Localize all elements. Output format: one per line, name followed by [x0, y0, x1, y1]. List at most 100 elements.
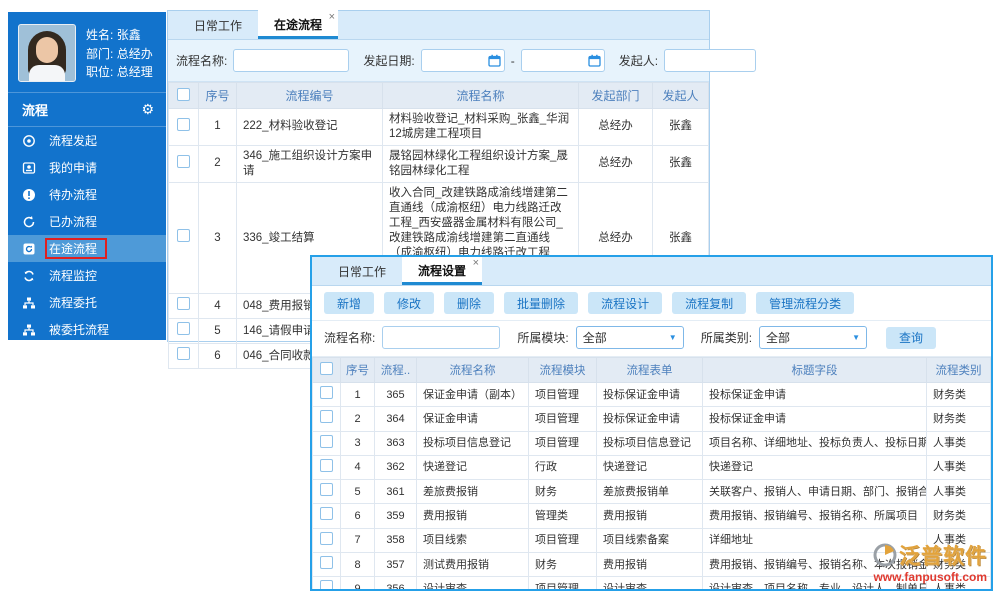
row-checkbox[interactable]: [177, 322, 190, 336]
manage-category-button[interactable]: 管理流程分类: [756, 292, 855, 314]
column-header: 流程类别: [926, 357, 991, 383]
column-header: 流程编号: [236, 82, 383, 109]
user-position-label: 职位:: [86, 65, 114, 79]
calendar-icon[interactable]: [488, 54, 501, 70]
module-select[interactable]: 全部 ▼: [575, 326, 684, 349]
process-name-label: 流程名称:: [324, 331, 376, 345]
gear-icon[interactable]: ⚙: [141, 101, 154, 118]
column-header: 标题字段: [702, 357, 927, 383]
table-row[interactable]: 4 362 快递登记 行政 快递登记 快递登记 人事类: [312, 454, 991, 481]
row-checkbox[interactable]: [320, 531, 333, 545]
column-header: 发起人: [652, 82, 709, 109]
sidebar: 姓名: 张鑫 部门: 总经办 职位: 总经理 流程 ⚙ 流程发起 我的申请 待办…: [8, 12, 166, 340]
process-name-input[interactable]: [382, 326, 501, 349]
calendar-icon[interactable]: [588, 54, 601, 70]
batch-delete-button[interactable]: 批量删除: [504, 292, 579, 314]
sidebar-item-label: 被委托流程: [49, 323, 110, 337]
row-checkbox[interactable]: [177, 117, 190, 131]
redo-icon: [22, 215, 36, 229]
table-row[interactable]: 6 359 费用报销 管理类 费用报销 费用报销、报销编号、报销名称、所属项目 财务类: [312, 503, 991, 529]
user-profile: 姓名: 张鑫 部门: 总经办 职位: 总经理: [8, 12, 166, 93]
sidebar-item-label: 流程发起: [49, 134, 98, 148]
table-row[interactable]: 5 361 差旅费报销 财务 差旅费报销单 关联客户、报销人、申请日期、部门、报销合计…: [312, 479, 991, 505]
initiator-label: 发起人:: [618, 54, 659, 68]
sidebar-item-pending-processes[interactable]: 待办流程: [8, 181, 166, 208]
row-checkbox[interactable]: [177, 347, 190, 361]
chevron-down-icon: ▼: [668, 333, 677, 342]
tab-intransit-processes[interactable]: 在途流程 ×: [258, 10, 339, 39]
sitemap-icon: [22, 296, 36, 310]
row-checkbox[interactable]: [320, 556, 333, 570]
window2-filter-bar: 流程名称: 所属模块: 全部 ▼ 所属类别: 全部 ▼ 查询: [312, 320, 991, 357]
column-header: 流程名称: [382, 82, 579, 109]
tab-daily-work[interactable]: 日常工作: [322, 257, 402, 285]
close-icon[interactable]: ×: [329, 11, 335, 23]
edit-button[interactable]: 修改: [384, 292, 435, 314]
column-header: 流程名称: [416, 357, 529, 383]
process-name-input[interactable]: [233, 49, 350, 72]
sidebar-item-intransit-processes[interactable]: 在途流程: [8, 235, 166, 262]
add-button[interactable]: 新增: [324, 292, 375, 314]
table-row[interactable]: 2 364 保证金申请 项目管理 投标保证金申请 投标保证金申请 财务类: [312, 406, 991, 432]
table-row[interactable]: 2 346_施工组织设计方案申请 晟铭园林绿化工程组织设计方案_晟铭园林绿化工程总…: [168, 144, 709, 183]
sidebar-item-delegated-processes[interactable]: 被委托流程: [8, 316, 166, 343]
table-row[interactable]: 8 357 测试费用报销 财务 费用报销 费用报销、报销编号、报销名称、本次报销金额 …: [312, 552, 991, 578]
query-button[interactable]: 查询: [886, 326, 937, 349]
close-icon[interactable]: ×: [473, 257, 479, 269]
sidebar-item-process-delegate[interactable]: 流程委托: [8, 289, 166, 316]
table-row[interactable]: 7 358 项目线索 项目管理 项目线索备案 详细地址 人事类: [312, 527, 991, 554]
table-header-row: 序号 流程编号 流程名称 发起部门 发起人: [168, 82, 709, 109]
sidebar-item-label: 流程委托: [49, 296, 98, 310]
tab-daily-work[interactable]: 日常工作: [178, 11, 258, 39]
row-checkbox[interactable]: [320, 386, 333, 399]
sidebar-item-label: 待办流程: [49, 188, 98, 202]
initiator-input[interactable]: [664, 49, 757, 72]
row-checkbox[interactable]: [320, 580, 333, 589]
sidebar-item-done-processes[interactable]: 已办流程: [8, 208, 166, 235]
sidebar-item-process-initiate[interactable]: 流程发起: [8, 127, 166, 154]
table-row[interactable]: 1 222_材料验收登记 材料验收登记_材料采购_张鑫_华润12城房建工程项目 总经…: [168, 108, 709, 146]
row-checkbox[interactable]: [320, 483, 333, 497]
table-row[interactable]: 9 356 设计审查 项目管理 设计审查 设计审查、项目名称、专业、设计人、制单日期 …: [312, 576, 991, 589]
sidebar-item-label: 已办流程: [49, 215, 98, 229]
sync-icon: [22, 269, 36, 283]
avatar: [18, 24, 76, 82]
user-name-label: 姓名:: [86, 28, 114, 42]
sidebar-menu: 流程发起 我的申请 待办流程 已办流程 在途流程 流程监控 流程委托 被委托流程: [8, 127, 166, 343]
row-checkbox[interactable]: [177, 297, 190, 311]
window2-tab-bar: 日常工作 流程设置 ×: [312, 257, 991, 286]
sidebar-item-my-applications[interactable]: 我的申请: [8, 154, 166, 181]
row-checkbox[interactable]: [320, 507, 333, 521]
process-design-button[interactable]: 流程设计: [588, 292, 663, 314]
chevron-down-icon: ▼: [852, 333, 861, 342]
row-checkbox[interactable]: [177, 154, 190, 168]
alert-icon: [22, 188, 36, 202]
process-copy-button[interactable]: 流程复制: [672, 292, 747, 314]
table-row[interactable]: 1 365 保证金申请（副本） 项目管理 投标保证金申请 投标保证金申请 财务类: [312, 381, 991, 408]
user-position: 总经理: [116, 65, 153, 79]
column-header: 序号: [340, 357, 375, 383]
row-checkbox[interactable]: [177, 229, 190, 243]
delete-button[interactable]: 删除: [444, 292, 495, 314]
start-date-label: 发起日期:: [363, 54, 415, 68]
category-label: 所属类别:: [700, 331, 753, 345]
sidebar-header-title: 流程: [22, 103, 49, 118]
user-dept: 总经办: [116, 46, 153, 61]
row-checkbox[interactable]: [320, 410, 333, 424]
tab-process-settings[interactable]: 流程设置 ×: [402, 257, 483, 285]
sidebar-item-process-monitor[interactable]: 流程监控: [8, 262, 166, 289]
window-process-settings: 日常工作 流程设置 × 新增 修改 删除 批量删除 流程设计 流程复制 管理流程分…: [310, 255, 993, 591]
select-all-checkbox[interactable]: [320, 362, 333, 375]
row-checkbox[interactable]: [320, 434, 333, 448]
id-card-icon: [22, 161, 36, 175]
category-select[interactable]: 全部 ▼: [759, 326, 868, 349]
column-header: 流程表单: [596, 357, 703, 383]
table-header-row: 序号 流程.. 流程名称 流程模块 流程表单 标题字段 流程类别: [312, 357, 991, 383]
sitemap-icon: [22, 323, 36, 337]
sidebar-item-label: 流程监控: [49, 269, 98, 283]
select-all-checkbox[interactable]: [177, 87, 190, 101]
row-checkbox[interactable]: [320, 458, 333, 472]
broadcast-icon: [22, 134, 36, 148]
table-row[interactable]: 3 363 投标项目信息登记 项目管理 投标项目信息登记 项目名称、详细地址、投标负责…: [312, 430, 991, 456]
date-range-separator: -: [510, 53, 515, 68]
